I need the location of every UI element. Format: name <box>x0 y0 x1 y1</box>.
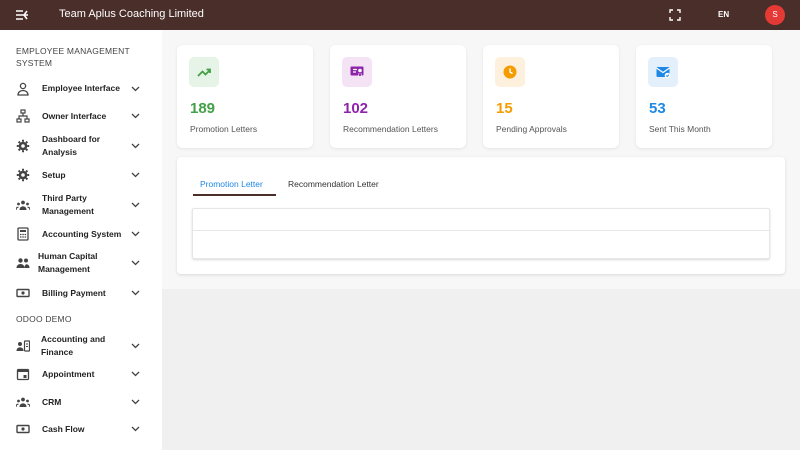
chevron-down-icon <box>131 143 140 149</box>
chevron-down-icon <box>131 86 140 92</box>
sidebar-section-title: EMPLOYEE MANAGEMENT SYSTEM <box>16 46 130 68</box>
chevron-down-icon <box>131 399 140 405</box>
stat-value: 189 <box>190 100 216 117</box>
sidebar-item-setup[interactable]: Setup <box>0 162 162 188</box>
mail-sent-icon <box>656 67 671 79</box>
sidebar-item-employee-interface[interactable]: Employee Interface <box>0 76 162 102</box>
stat-icon-box <box>189 57 219 87</box>
tab-recommendation-letter[interactable]: Recommendation Letter <box>288 179 379 189</box>
stat-icon-box <box>648 57 678 87</box>
stat-card-pending-approvals[interactable]: 15 Pending Approvals <box>483 45 619 148</box>
stat-icon-box <box>495 57 525 87</box>
language-selector[interactable]: EN <box>718 10 729 19</box>
tab-promotion-letter[interactable]: Promotion Letter <box>200 179 263 189</box>
money-icon <box>16 288 30 298</box>
sidebar-item-label: Employee Interface <box>42 83 120 93</box>
chevron-down-icon <box>131 231 140 237</box>
sidebar-item-label: Human Capital Management <box>38 251 98 274</box>
sidebar-item-label: Third Party Management <box>42 193 94 216</box>
stat-card-sent-this-month[interactable]: 53 Sent This Month <box>636 45 772 148</box>
stat-value: 53 <box>649 100 666 117</box>
stat-value: 15 <box>496 100 513 117</box>
chevron-down-icon <box>131 113 140 119</box>
fullscreen-icon[interactable] <box>669 9 681 21</box>
menu-collapse-icon[interactable] <box>14 7 30 23</box>
stat-card-recommendation-letters[interactable]: 102 Recommendation Letters <box>330 45 466 148</box>
money-icon <box>16 424 30 434</box>
active-tab-indicator <box>193 194 276 196</box>
sidebar-item-label: Accounting and Finance <box>41 334 106 357</box>
stat-card-promotion-letters[interactable]: 189 Promotion Letters <box>177 45 313 148</box>
chevron-down-icon <box>131 260 140 266</box>
calendar-icon <box>16 368 30 381</box>
contacts-icon <box>16 340 30 352</box>
sidebar-item-human-capital-management[interactable]: Human Capital Management <box>0 248 162 278</box>
stat-label: Promotion Letters <box>190 124 258 134</box>
person-icon <box>17 82 29 96</box>
sidebar-item-accounting-system[interactable]: Accounting System <box>0 221 162 247</box>
sidebar-item-label: Setup <box>42 170 66 180</box>
top-bar: Team Aplus Coaching Limited EN S <box>0 0 800 30</box>
sidebar-item-owner-interface[interactable]: Owner Interface <box>0 103 162 129</box>
letters-table <box>192 208 770 259</box>
user-avatar[interactable]: S <box>765 5 785 25</box>
gear-icon <box>16 168 30 182</box>
stat-label: Pending Approvals <box>496 124 567 134</box>
stat-value: 102 <box>343 100 369 117</box>
table-divider <box>193 230 769 231</box>
trending-up-icon <box>197 68 211 77</box>
sidebar-item-third-party-management[interactable]: Third Party Management <box>0 190 162 220</box>
sidebar-item-crm[interactable]: CRM <box>0 389 162 415</box>
people-icon <box>16 258 30 268</box>
chevron-down-icon <box>131 371 140 377</box>
sidebar-item-label: Dashboard for Analysis <box>42 134 101 157</box>
sidebar-item-label: Owner Interface <box>42 111 107 121</box>
group-icon <box>16 200 30 211</box>
sidebar-item-label: Cash Flow <box>42 424 85 434</box>
chevron-down-icon <box>131 426 140 432</box>
sidebar-item-accounting-finance[interactable]: Accounting and Finance <box>0 331 162 361</box>
clock-icon <box>503 65 517 79</box>
sidebar-item-label: Billing Payment <box>42 288 106 298</box>
sidebar-item-dashboard-analysis[interactable]: Dashboard for Analysis <box>0 131 162 161</box>
sitemap-icon <box>16 109 30 123</box>
stat-icon-box <box>342 57 372 87</box>
sidebar-item-label: CRM <box>42 397 62 407</box>
chevron-down-icon <box>131 172 140 178</box>
chevron-down-icon <box>131 202 140 208</box>
sidebar-item-label: Appointment <box>42 369 95 379</box>
stat-label: Sent This Month <box>649 124 711 134</box>
gear-icon <box>16 139 30 153</box>
sidebar-item-appointment[interactable]: Appointment <box>0 361 162 387</box>
stat-label: Recommendation Letters <box>343 124 438 134</box>
sidebar-item-cash-flow[interactable]: Cash Flow <box>0 416 162 442</box>
group-icon <box>16 397 30 408</box>
app-title: Team Aplus Coaching Limited <box>59 8 204 20</box>
sidebar-section-title: ODOO DEMO <box>16 314 72 324</box>
sidebar: EMPLOYEE MANAGEMENT SYSTEM Employee Inte… <box>0 30 162 450</box>
chevron-down-icon <box>131 290 140 296</box>
sidebar-item-billing-payment[interactable]: Billing Payment <box>0 280 162 306</box>
recommendation-icon <box>350 66 364 78</box>
chevron-down-icon <box>131 343 140 349</box>
sidebar-item-label: Accounting System <box>42 229 122 239</box>
calculator-icon <box>17 227 29 241</box>
